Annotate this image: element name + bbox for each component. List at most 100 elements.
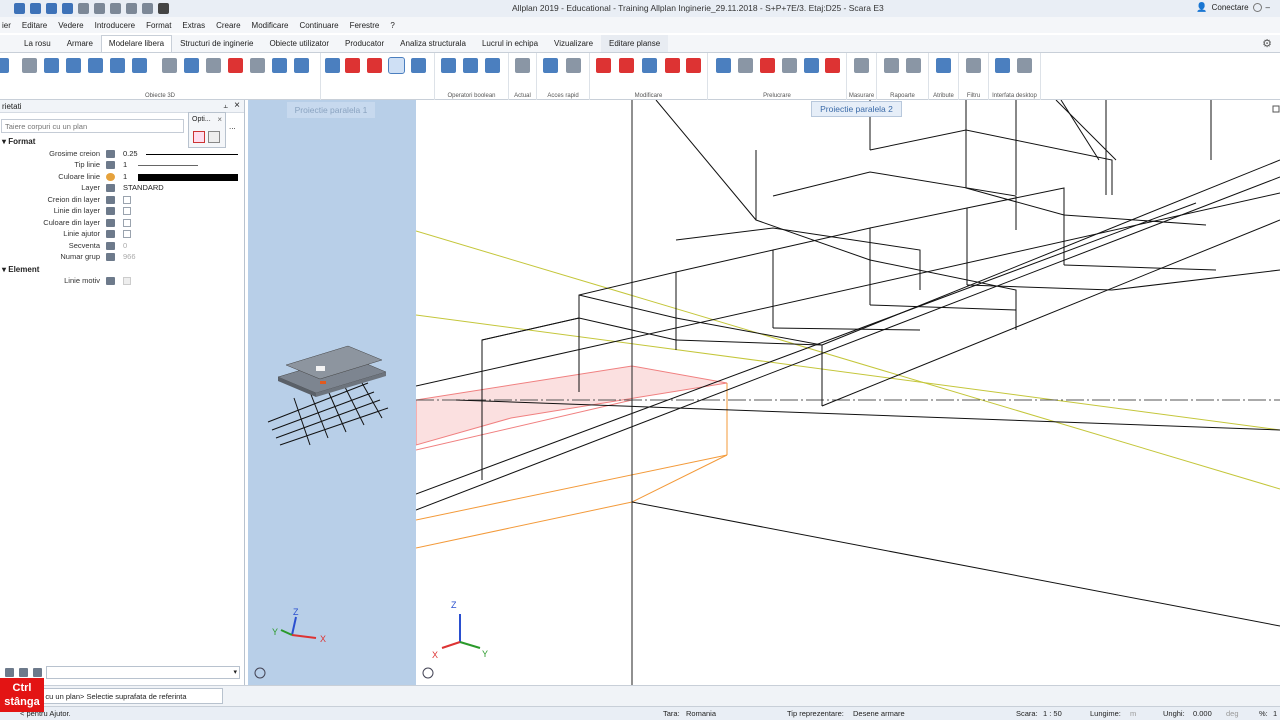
selected-reference-surface[interactable] [415, 365, 728, 446]
menu-item-insert[interactable]: Introducere [95, 21, 135, 30]
sphere-icon[interactable] [110, 58, 125, 73]
property-row[interactable]: Linie din layer [0, 206, 240, 217]
property-row[interactable]: Culoare linie 1 [0, 172, 240, 183]
property-row[interactable]: Secventa 0 [0, 241, 240, 252]
coordinate-system-icon[interactable] [995, 58, 1010, 73]
connect-button[interactable]: Conectare [1212, 3, 1249, 12]
menu-item-continue[interactable]: Continuare [299, 21, 338, 30]
pin-icon[interactable]: ⫠ [223, 101, 228, 111]
viewport-left[interactable]: Z X Y [248, 100, 416, 685]
pick-icon[interactable] [5, 668, 14, 677]
break-icon[interactable] [686, 58, 701, 73]
cut-solids-with-plane-icon[interactable] [388, 57, 405, 74]
save-icon[interactable] [62, 3, 73, 14]
menu-item-edit[interactable]: Editare [22, 21, 47, 30]
move-icon[interactable] [228, 58, 243, 73]
text-report-icon[interactable] [884, 58, 899, 73]
trim-icon[interactable] [619, 58, 634, 73]
menu-item-windows[interactable]: Ferestre [350, 21, 380, 30]
country-value[interactable]: Romania [686, 709, 716, 718]
pattern-line-checkbox[interactable] [123, 277, 131, 285]
delete-icon[interactable] [825, 58, 840, 73]
print-icon[interactable] [78, 3, 89, 14]
menu-item-create[interactable]: Creare [216, 21, 240, 30]
selection-icon[interactable] [0, 58, 9, 73]
maximize-viewport-icon[interactable] [1272, 105, 1280, 113]
property-row[interactable]: Grosime creion 0.25 [0, 149, 240, 160]
menu-item-modify[interactable]: Modificare [252, 21, 289, 30]
property-row[interactable]: Layer STANDARD [0, 183, 240, 194]
revolve-icon[interactable] [250, 58, 265, 73]
element-section-header[interactable]: ▾ Element [2, 265, 39, 274]
align-icon[interactable] [782, 58, 797, 73]
format-section-header[interactable]: ▾ Format [2, 137, 35, 146]
new-file-icon[interactable] [30, 3, 41, 14]
minimize-icon[interactable]: – [1266, 3, 1270, 12]
cut-plane-icon[interactable] [325, 58, 340, 73]
viewport-left-label[interactable]: Proiectie paralela 1 [287, 102, 375, 118]
tab-obiecte-utilizator[interactable]: Obiecte utilizator [261, 35, 337, 52]
tab-lucrul-in-echipa[interactable]: Lucrul in echipa [474, 35, 546, 52]
function-search-input[interactable] [1, 119, 184, 133]
undo-icon[interactable] [94, 3, 105, 14]
quick-access-icon[interactable] [543, 58, 558, 73]
union-icon[interactable] [441, 58, 456, 73]
scale-icon[interactable] [804, 58, 819, 73]
refresh-icon[interactable] [126, 3, 137, 14]
pen-from-layer-checkbox[interactable] [123, 196, 131, 204]
extrude-icon[interactable] [184, 58, 199, 73]
attributes-icon[interactable] [936, 58, 951, 73]
box-icon[interactable] [44, 58, 59, 73]
option-cut-keep-icon[interactable] [193, 131, 205, 143]
menu-item-extras[interactable]: Extras [182, 21, 205, 30]
menu-item-format[interactable]: Format [146, 21, 171, 30]
navigation-cube-icon[interactable] [254, 667, 266, 679]
tab-structuri-de-inginerie[interactable]: Structuri de inginerie [172, 35, 261, 52]
favorites-icon[interactable] [33, 668, 42, 677]
scale-value[interactable]: 1 : 50 [1043, 709, 1062, 718]
slice-icon[interactable] [367, 58, 382, 73]
ruler-icon[interactable] [854, 58, 869, 73]
mesh-icon[interactable] [294, 58, 309, 73]
option-cut-split-icon[interactable] [208, 131, 220, 143]
intersect-icon[interactable] [411, 58, 426, 73]
split-icon[interactable] [345, 58, 360, 73]
eraser-icon[interactable] [596, 58, 611, 73]
property-row[interactable]: Linie motiv [0, 276, 240, 287]
property-row[interactable]: Tip linie 1 [0, 160, 240, 171]
loft-icon[interactable] [272, 58, 287, 73]
more-options-button[interactable]: ... [229, 122, 236, 131]
gear-icon[interactable]: ⚙ [1262, 37, 1272, 50]
tab-analiza-structurala[interactable]: Analiza structurala [392, 35, 474, 52]
line-3d-icon[interactable] [22, 58, 37, 73]
command-prompt[interactable]: uri cu un plan> Selectie suprafata de re… [30, 688, 223, 704]
subtract-icon[interactable] [463, 58, 478, 73]
mirror-icon[interactable] [738, 58, 753, 73]
tools-icon[interactable] [158, 3, 169, 14]
line-from-layer-checkbox[interactable] [123, 207, 131, 215]
menu-item-file[interactable]: ier [2, 21, 11, 30]
property-row[interactable]: Numar grup 966 [0, 252, 240, 263]
tab-producator[interactable]: Producator [337, 35, 392, 52]
help-icon[interactable] [1252, 3, 1262, 12]
menu-item-help[interactable]: ? [390, 21, 394, 30]
wedge-icon[interactable] [66, 58, 81, 73]
tab-modelare-libera[interactable]: Modelare libera [100, 35, 173, 52]
surface-icon[interactable] [132, 58, 147, 73]
tab-vizualizare[interactable]: Vizualizare [546, 35, 601, 52]
polyline-icon[interactable] [162, 58, 177, 73]
transfer-icon[interactable] [19, 668, 28, 677]
settings-icon[interactable] [142, 3, 153, 14]
close-icon[interactable]: × [234, 100, 240, 111]
offset-icon[interactable] [642, 58, 657, 73]
spline-icon[interactable] [206, 58, 221, 73]
cylinder-icon[interactable] [88, 58, 103, 73]
close-icon[interactable]: × [217, 115, 222, 124]
modify-line-icon[interactable] [665, 58, 680, 73]
property-row[interactable]: Creion din layer [0, 195, 240, 206]
report-icon[interactable] [906, 58, 921, 73]
tab-la-rosu[interactable]: La rosu [16, 35, 59, 52]
helper-line-checkbox[interactable] [123, 230, 131, 238]
open-file-icon[interactable] [46, 3, 57, 14]
viewport-right-label[interactable]: Proiectie paralela 2 [811, 101, 902, 117]
